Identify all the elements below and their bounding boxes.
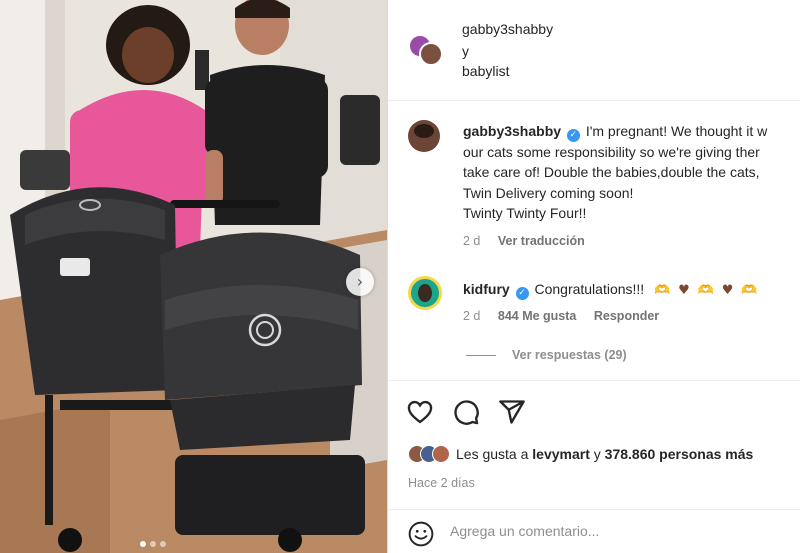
post-actions: Les gusta a levymart y 378.860 personas … <box>388 380 800 553</box>
caption-line: Twin Delivery coming soon! <box>463 184 634 201</box>
heart-hands-emoji: 🫶 <box>697 283 714 298</box>
caption-line: our cats some responsibility so we're gi… <box>463 143 760 160</box>
heart-emoji: ♥ <box>678 283 690 298</box>
carousel-dot <box>160 541 166 547</box>
post-photo-image <box>0 0 387 553</box>
coauthor-username[interactable]: babylist <box>462 63 509 79</box>
post-timestamp[interactable]: Hace 2 días <box>408 476 475 490</box>
share-icon[interactable] <box>498 398 526 426</box>
comment-icon[interactable] <box>452 398 480 426</box>
likes-count[interactable]: 378.860 personas más <box>605 446 754 462</box>
avatar[interactable] <box>419 42 443 66</box>
avatar[interactable] <box>408 120 440 152</box>
chevron-right-icon: › <box>356 272 364 291</box>
author-connector: y <box>462 43 469 59</box>
add-comment-bar <box>388 509 800 553</box>
comment-likes[interactable]: 844 Me gusta <box>498 309 577 323</box>
next-image-button[interactable]: › <box>346 268 374 296</box>
carousel-dots <box>140 541 166 547</box>
caption-line: take care of! Double the babies,double t… <box>463 164 760 180</box>
caption-text: I'm pregnant! We thought it w <box>585 123 768 139</box>
reply-button[interactable]: Responder <box>594 309 659 323</box>
translate-button[interactable]: Ver traducción <box>498 234 585 248</box>
replies-divider <box>466 354 496 356</box>
caption-time[interactable]: 2 d <box>463 234 480 248</box>
heart-icon[interactable] <box>406 398 434 426</box>
view-replies-button[interactable]: Ver respuestas (29) <box>466 348 627 362</box>
avatar <box>432 445 450 463</box>
author-username[interactable]: gabby3shabby <box>462 21 553 37</box>
view-replies-label: Ver respuestas (29) <box>512 348 627 362</box>
verified-badge-icon: ✓ <box>566 129 580 142</box>
verified-badge-icon: ✓ <box>515 287 529 300</box>
emoji-icon[interactable] <box>408 521 434 547</box>
caption-comment: gabby3shabby ✓ I'm pregnant! We thought … <box>388 118 800 258</box>
heart-hands-emoji: 🫶 <box>654 283 671 298</box>
heart-emoji: ♥ <box>721 283 734 298</box>
comment-line: kidfury ✓ Congratulations!!! 🫶 ♥ 🫶 ♥ 🫶 <box>463 279 800 302</box>
carousel-dot <box>140 541 146 547</box>
likes-prefix: Les gusta a <box>456 446 529 462</box>
likes-user[interactable]: levymart <box>532 446 590 462</box>
comment-meta: 2 d 844 Me gusta Responder <box>463 309 673 323</box>
caption-line: gabby3shabby ✓ I'm pregnant! We thought … <box>463 121 800 142</box>
comment-time[interactable]: 2 d <box>463 309 480 323</box>
likes-summary: Les gusta a levymart y 378.860 personas … <box>408 445 753 463</box>
caption-username[interactable]: gabby3shabby <box>463 123 561 139</box>
heart-hands-emoji: 🫶 <box>741 283 758 298</box>
avatar[interactable] <box>408 276 442 310</box>
likes-middle: y <box>593 446 601 462</box>
post-details-panel: gabby3shabby y babylist gabby3shabby ✓ I… <box>387 0 800 553</box>
post-header: gabby3shabby y babylist <box>388 0 800 101</box>
likes-text: Les gusta a levymart y 378.860 personas … <box>456 446 753 462</box>
carousel-dot <box>150 541 156 547</box>
caption-meta: 2 d Ver traducción <box>463 234 599 248</box>
comment-text: Congratulations!!! <box>534 281 645 297</box>
comment-username[interactable]: kidfury <box>463 281 510 297</box>
post-photo: › <box>0 0 387 553</box>
caption-line: Twinty Twinty Four!! <box>463 205 587 221</box>
comment-input[interactable] <box>450 523 780 539</box>
